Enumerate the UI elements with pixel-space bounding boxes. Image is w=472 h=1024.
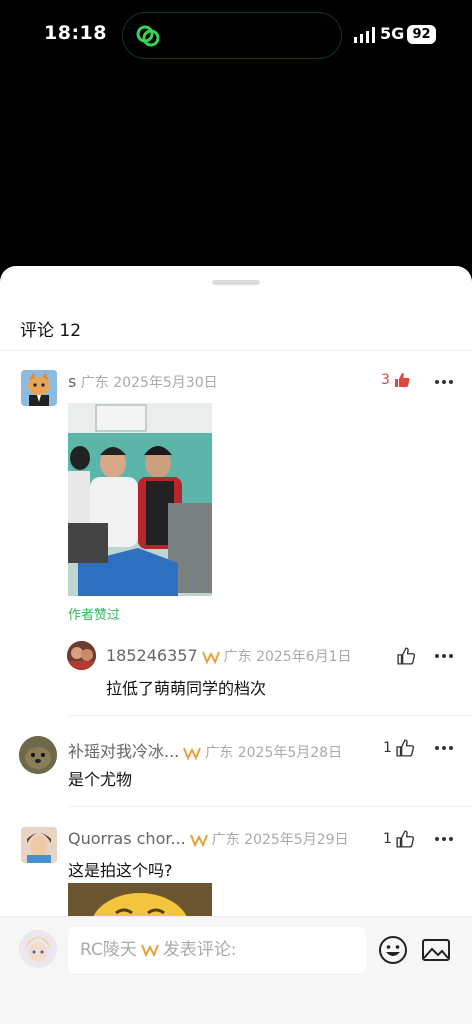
comment-text: 这是拍这个吗?	[68, 861, 173, 880]
comments-title: 评论 12	[20, 321, 82, 341]
input-placeholder-text: 发表评论:	[162, 940, 237, 960]
avatar[interactable]	[19, 736, 57, 774]
link-app-icon	[136, 25, 160, 47]
comment-meta: s 广东 2025年5月30日	[68, 372, 218, 392]
vip-badge-icon	[201, 651, 220, 664]
comment-username[interactable]: Quorras chor...	[68, 829, 186, 848]
reply-avatar[interactable]	[67, 641, 96, 670]
divider	[68, 715, 472, 716]
like-count: 1	[383, 740, 392, 756]
like-count: 3	[381, 372, 390, 388]
input-placeholder-user: RC陵天	[80, 940, 137, 960]
more-options-icon[interactable]	[434, 836, 454, 842]
divider	[0, 350, 472, 351]
emoji-icon[interactable]	[378, 935, 408, 965]
image-icon[interactable]	[421, 935, 451, 965]
comment-date: 2025年5月28日	[237, 745, 343, 761]
battery-icon: 92	[407, 25, 436, 44]
comment-date: 2025年5月30日	[113, 375, 218, 391]
thumbs-up-icon[interactable]	[397, 647, 415, 665]
person-avatar-icon	[21, 827, 57, 863]
reply-username[interactable]: 185246357	[106, 646, 198, 665]
like-button[interactable]: 1	[383, 739, 414, 757]
reply-meta: 185246357 广东 2025年6月1日	[106, 646, 352, 666]
reply-location: 广东	[223, 649, 252, 665]
cat-avatar-icon	[21, 370, 57, 406]
comment-photo[interactable]	[68, 403, 212, 596]
author-liked-label: 作者赞过	[68, 608, 121, 623]
sheet-grabber[interactable]	[212, 280, 260, 285]
like-button[interactable]: 3	[381, 372, 410, 388]
comment-date: 2025年5月29日	[244, 832, 349, 848]
reply-date: 2025年6月1日	[256, 649, 352, 665]
status-bar: 18:18 5G 92	[0, 0, 472, 70]
comment-location: 广东	[80, 375, 109, 391]
person-avatar-icon	[67, 641, 96, 670]
more-options-icon[interactable]	[434, 379, 454, 385]
like-button[interactable]: 1	[383, 830, 414, 848]
comment-sheet: 评论 12 s 广东 2025年5月30日 3 作者赞过 185246357 广…	[0, 266, 472, 1024]
comment-text: 是个尤物	[68, 770, 133, 789]
comment-meta: Quorras chor... 广东 2025年5月29日	[68, 829, 349, 849]
thumbs-up-icon	[396, 739, 414, 757]
avatar[interactable]	[21, 827, 57, 863]
vip-badge-icon	[189, 834, 208, 847]
comment-location: 广东	[211, 832, 240, 848]
thumbs-up-filled-icon	[394, 373, 410, 387]
more-options-icon[interactable]	[434, 653, 454, 659]
vip-badge-icon	[140, 944, 159, 957]
classroom-photo	[68, 403, 212, 596]
comment-meta: 补瑶对我冷冰... 广东 2025年5月28日	[68, 738, 342, 762]
avatar[interactable]	[21, 370, 57, 406]
comment-input[interactable]: RC陵天 发表评论:	[68, 927, 366, 973]
signal-icon	[354, 27, 375, 43]
dynamic-island[interactable]	[122, 12, 342, 59]
comment-composer: RC陵天 发表评论:	[0, 916, 472, 1024]
reply-text: 拉低了萌萌同学的档次	[106, 679, 267, 698]
network-type: 5G	[380, 24, 405, 43]
my-avatar[interactable]	[19, 930, 57, 968]
vip-badge-icon	[183, 747, 202, 760]
more-options-icon[interactable]	[434, 745, 454, 751]
comment-username[interactable]: 补瑶对我冷冰...	[68, 742, 179, 761]
status-time: 18:18	[44, 22, 107, 44]
comment-location: 广东	[205, 745, 234, 761]
comment-username[interactable]: s	[68, 372, 76, 391]
otter-avatar-icon	[19, 736, 57, 774]
thumbs-up-icon	[396, 830, 414, 848]
like-count: 1	[383, 831, 392, 847]
person-avatar-icon	[19, 930, 57, 968]
divider	[68, 806, 472, 807]
